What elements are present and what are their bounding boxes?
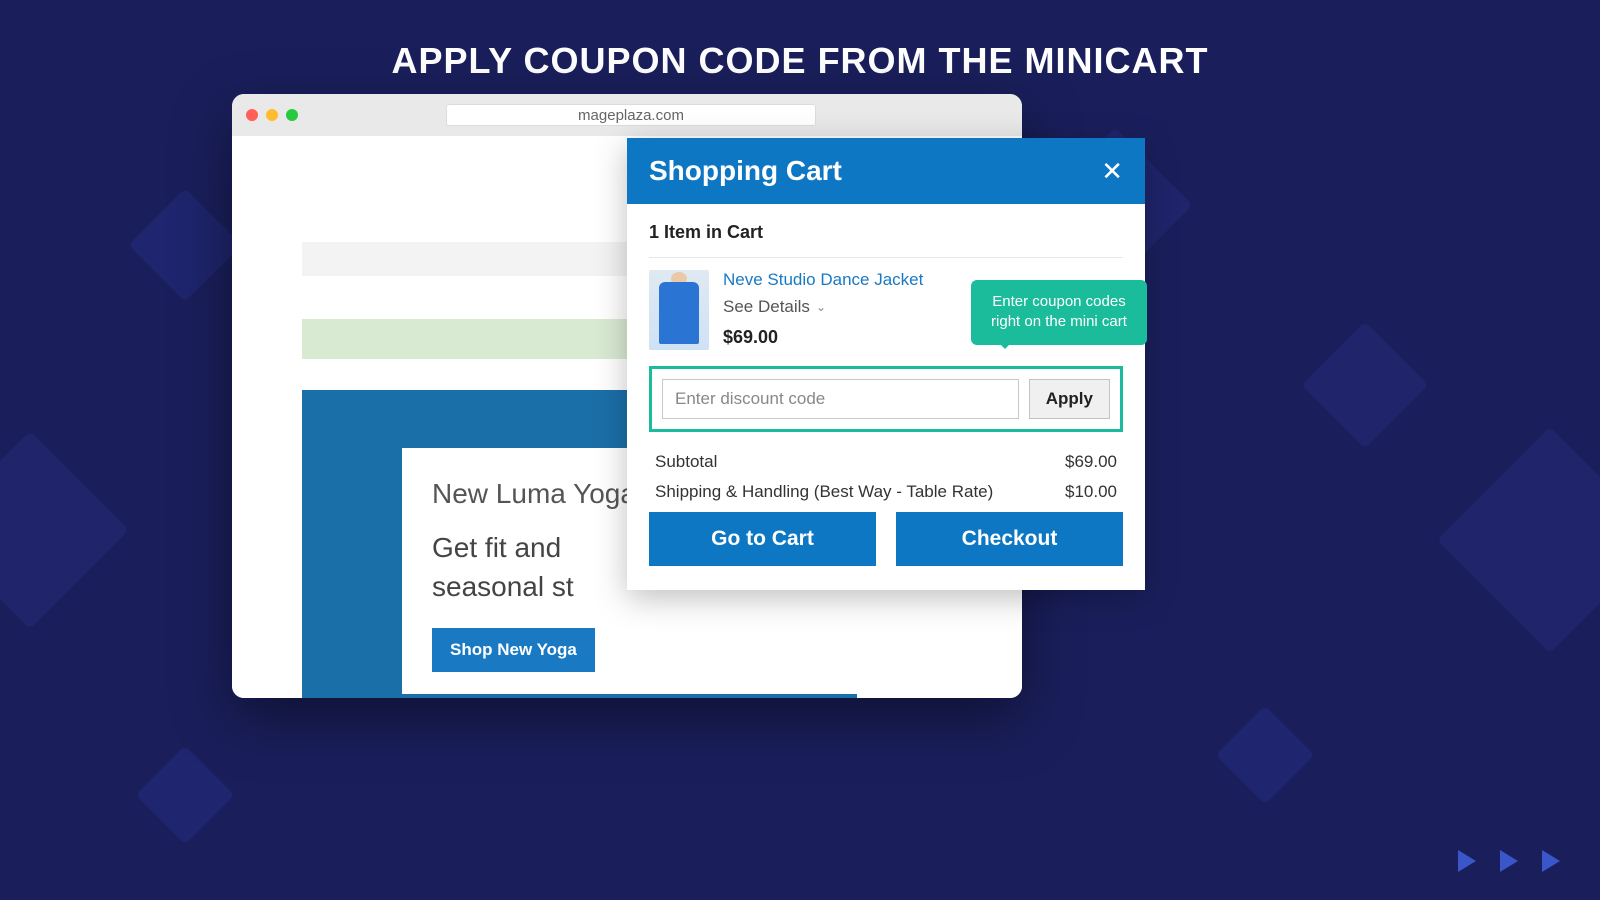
- bg-cube: [128, 188, 241, 301]
- address-bar-text: mageplaza.com: [578, 107, 684, 124]
- window-close-icon[interactable]: [246, 109, 258, 121]
- coupon-section: Apply: [649, 366, 1123, 432]
- bg-cube: [1437, 427, 1600, 653]
- cart-item-count: 1 Item in Cart: [649, 222, 1123, 243]
- subtotal-label: Subtotal: [655, 452, 717, 472]
- discount-code-input[interactable]: [662, 379, 1019, 419]
- go-to-cart-button[interactable]: Go to Cart: [649, 512, 876, 566]
- totals-section: Subtotal $69.00 Shipping & Handling (Bes…: [649, 452, 1123, 502]
- browser-toolbar: mageplaza.com: [232, 94, 1022, 136]
- window-minimize-icon[interactable]: [266, 109, 278, 121]
- next-arrow-icon[interactable]: [1542, 850, 1560, 872]
- next-arrow-icon[interactable]: [1458, 850, 1476, 872]
- callout-tooltip: Enter coupon codes right on the mini car…: [971, 280, 1147, 345]
- shop-new-yoga-button[interactable]: Shop New Yoga: [432, 628, 595, 672]
- chevron-down-icon: ⌄: [816, 300, 826, 314]
- divider: [649, 257, 1123, 258]
- product-name-link[interactable]: Neve Studio Dance Jacket: [723, 270, 923, 289]
- bg-cube: [0, 431, 129, 629]
- see-details-label: See Details: [723, 297, 810, 317]
- shipping-row: Shipping & Handling (Best Way - Table Ra…: [649, 482, 1123, 502]
- minicart-title: Shopping Cart: [649, 155, 842, 187]
- subtotal-value: $69.00: [1065, 452, 1117, 472]
- address-bar[interactable]: mageplaza.com: [446, 104, 816, 126]
- bg-cube: [1301, 321, 1428, 448]
- window-zoom-icon[interactable]: [286, 109, 298, 121]
- apply-coupon-button[interactable]: Apply: [1029, 379, 1110, 419]
- minicart-header: Shopping Cart ✕: [627, 138, 1145, 204]
- subtotal-row: Subtotal $69.00: [649, 452, 1123, 472]
- checkout-button[interactable]: Checkout: [896, 512, 1123, 566]
- bg-cube: [1216, 706, 1315, 805]
- product-image[interactable]: [649, 270, 709, 350]
- bg-cube: [136, 746, 235, 845]
- shipping-label: Shipping & Handling (Best Way - Table Ra…: [655, 482, 993, 502]
- close-icon[interactable]: ✕: [1101, 156, 1123, 187]
- slide-title: APPLY COUPON CODE FROM THE MINICART: [0, 0, 1600, 82]
- slide-nav: [1458, 850, 1560, 872]
- shipping-value: $10.00: [1065, 482, 1117, 502]
- minicart-panel: Shopping Cart ✕ 1 Item in Cart Neve Stud…: [627, 138, 1145, 590]
- next-arrow-icon[interactable]: [1500, 850, 1518, 872]
